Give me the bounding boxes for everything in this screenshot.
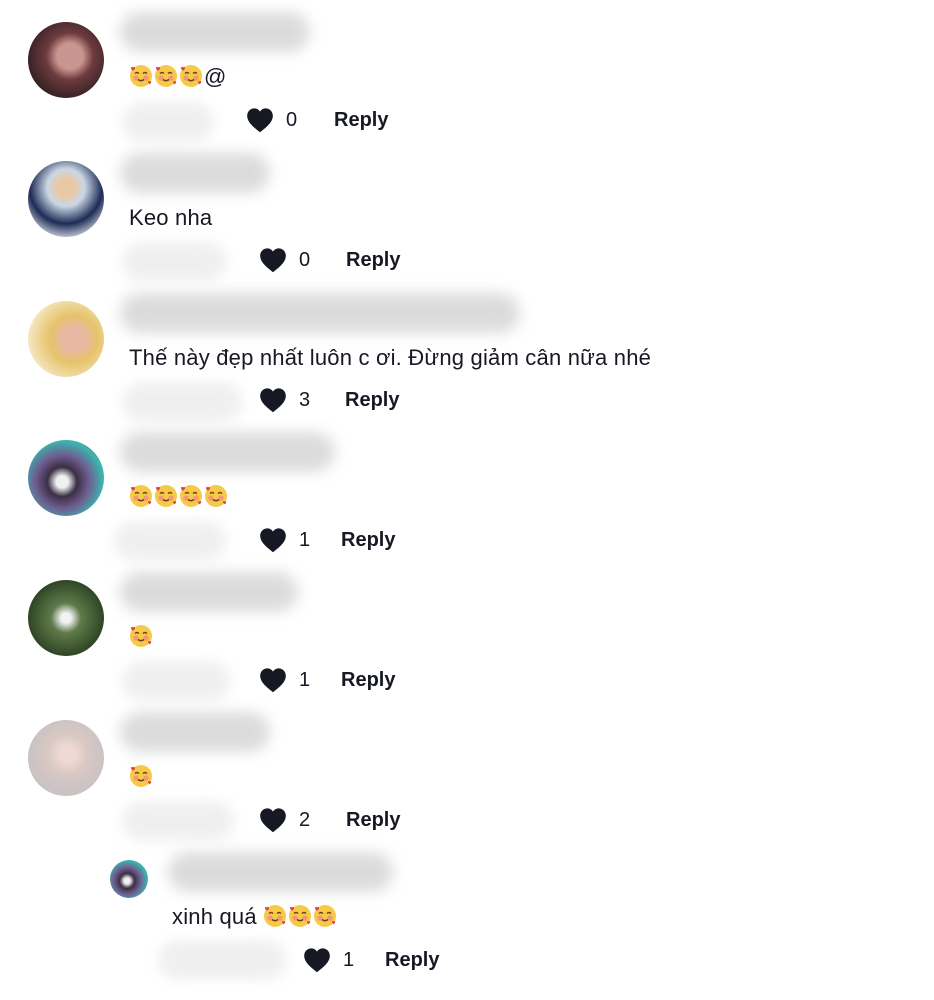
username-blurred <box>120 432 335 472</box>
avatar[interactable] <box>28 580 104 656</box>
comment-text: @ <box>129 62 227 92</box>
like-button[interactable]: 3 <box>259 387 310 413</box>
smiling-hearts-emoji-icon <box>288 904 312 928</box>
heart-icon <box>259 247 287 273</box>
avatar[interactable] <box>28 440 104 516</box>
comment-text: Thế này đẹp nhất luôn c ơi. Đừng giảm câ… <box>129 345 652 370</box>
smiling-hearts-emoji-icon <box>263 904 287 928</box>
smiling-hearts-emoji-icon <box>129 484 153 508</box>
like-count: 1 <box>299 528 311 551</box>
heart-icon <box>259 667 287 693</box>
like-count: 3 <box>299 388 311 411</box>
reply-button[interactable]: Reply <box>346 809 400 832</box>
smiling-hearts-emoji-icon <box>204 484 228 508</box>
date-blurred <box>114 521 226 561</box>
like-count: 1 <box>299 668 311 691</box>
avatar[interactable] <box>28 720 104 796</box>
avatar[interactable] <box>110 860 148 898</box>
heart-icon <box>303 947 331 973</box>
like-button[interactable]: 0 <box>246 107 297 133</box>
like-button[interactable]: 2 <box>259 807 310 833</box>
date-blurred <box>122 242 227 282</box>
reply-button[interactable]: Reply <box>385 949 439 972</box>
username-blurred <box>120 293 520 333</box>
date-blurred <box>122 801 234 841</box>
smiling-hearts-emoji-icon <box>129 64 153 88</box>
reply-button[interactable]: Reply <box>334 109 388 132</box>
avatar[interactable] <box>28 301 104 377</box>
reply-button[interactable]: Reply <box>341 529 395 552</box>
comment-text <box>129 762 154 792</box>
comment-suffix: @ <box>204 64 227 89</box>
username-blurred <box>120 572 298 612</box>
smiling-hearts-emoji-icon <box>154 484 178 508</box>
like-button[interactable]: 1 <box>259 667 310 693</box>
heart-icon <box>259 527 287 553</box>
smiling-hearts-emoji-icon <box>129 624 153 648</box>
comment-text <box>129 622 154 652</box>
like-button[interactable]: 0 <box>259 247 310 273</box>
like-button[interactable]: 1 <box>259 527 310 553</box>
date-blurred <box>122 102 214 142</box>
username-blurred <box>120 712 270 752</box>
like-button[interactable]: 1 <box>303 947 354 973</box>
smiling-hearts-emoji-icon <box>179 484 203 508</box>
like-count: 1 <box>343 948 355 971</box>
date-blurred <box>122 661 230 701</box>
reply-button[interactable]: Reply <box>346 249 400 272</box>
smiling-hearts-emoji-icon <box>129 764 153 788</box>
username-blurred <box>168 852 393 892</box>
like-count: 0 <box>286 108 298 131</box>
comment-text: xinh quá <box>172 902 338 932</box>
reply-text: xinh quá <box>172 904 264 929</box>
heart-icon <box>259 387 287 413</box>
reply-button[interactable]: Reply <box>341 669 395 692</box>
date-blurred <box>122 382 242 422</box>
reply-button[interactable]: Reply <box>345 389 399 412</box>
smiling-hearts-emoji-icon <box>154 64 178 88</box>
date-blurred <box>158 940 286 980</box>
heart-icon <box>259 807 287 833</box>
username-blurred <box>120 12 310 52</box>
username-blurred <box>120 153 270 193</box>
heart-icon <box>246 107 274 133</box>
smiling-hearts-emoji-icon <box>179 64 203 88</box>
avatar[interactable] <box>28 161 104 237</box>
comment-text <box>129 482 229 512</box>
like-count: 2 <box>299 808 311 831</box>
like-count: 0 <box>299 248 311 271</box>
smiling-hearts-emoji-icon <box>313 904 337 928</box>
comment-text: Keo nha <box>129 205 213 230</box>
avatar[interactable] <box>28 22 104 98</box>
